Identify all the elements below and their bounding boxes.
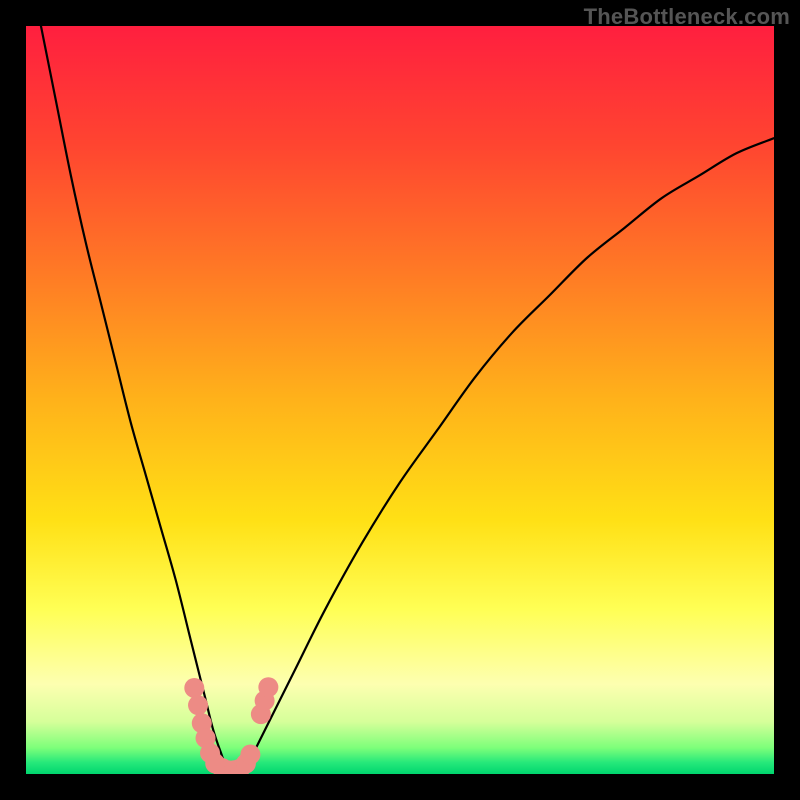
watermark-text: TheBottleneck.com <box>584 4 790 30</box>
highlight-dot <box>240 745 260 765</box>
gradient-background <box>26 26 774 774</box>
highlight-dot <box>258 677 278 697</box>
plot-svg <box>26 26 774 774</box>
chart-frame: TheBottleneck.com <box>0 0 800 800</box>
highlight-dot <box>184 678 204 698</box>
highlight-dot <box>188 695 208 715</box>
plot-area <box>26 26 774 774</box>
